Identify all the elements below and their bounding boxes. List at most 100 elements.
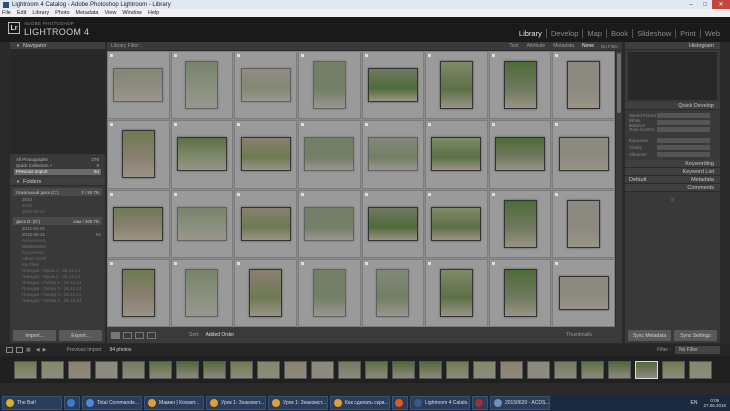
- filmstrip-thumbnail[interactable]: [338, 360, 361, 379]
- filter-option-attribute[interactable]: Attribute: [527, 43, 546, 49]
- photo-thumbnail[interactable]: [304, 137, 355, 172]
- grid-cell[interactable]: [552, 120, 615, 189]
- folder-item[interactable]: 2015-06-21: [10, 209, 105, 215]
- filmstrip-thumbnail[interactable]: [14, 360, 37, 379]
- scrollbar-thumb[interactable]: [617, 53, 621, 113]
- navigator-header[interactable]: ▼ Navigator: [10, 42, 105, 50]
- filmstrip-thumbnail[interactable]: [581, 360, 604, 379]
- module-slideshow[interactable]: Slideshow: [633, 29, 677, 38]
- grid-cell[interactable]: [297, 120, 361, 189]
- filmstrip-thumbnail[interactable]: [662, 360, 685, 379]
- sync-metadata-button[interactable]: Sync Metadata: [628, 330, 671, 341]
- grid-cell[interactable]: [425, 120, 488, 189]
- grid-cell[interactable]: [488, 51, 552, 120]
- grid-cell[interactable]: [234, 120, 297, 189]
- grid-cell[interactable]: [361, 51, 425, 120]
- quick-develop-control[interactable]: [657, 138, 710, 143]
- menu-file[interactable]: File: [2, 10, 11, 16]
- folders-header[interactable]: ▼ Folders: [10, 178, 105, 186]
- photo-thumbnail[interactable]: [503, 268, 537, 317]
- filmstrip-thumbnail[interactable]: [149, 360, 172, 379]
- grid-cell[interactable]: [170, 120, 234, 189]
- grid-cell[interactable]: [552, 189, 615, 258]
- photo-thumbnail[interactable]: [367, 206, 418, 241]
- filter-preset-dropdown[interactable]: No Filter: [601, 44, 618, 49]
- filmstrip-thumbnail[interactable]: [257, 360, 280, 379]
- photo-thumbnail[interactable]: [558, 275, 609, 310]
- photo-thumbnail[interactable]: [121, 130, 155, 179]
- photo-thumbnail[interactable]: [121, 268, 155, 317]
- grid-cell[interactable]: [170, 51, 234, 120]
- photo-thumbnail[interactable]: [176, 206, 227, 241]
- filmstrip-thumbnail[interactable]: [392, 360, 415, 379]
- photo-thumbnail[interactable]: [503, 199, 537, 248]
- filmstrip-thumbnail[interactable]: [500, 360, 523, 379]
- grid-cell[interactable]: [234, 189, 297, 258]
- volume-header[interactable]: Локальный диск (C:) 3 / 92 ГБ: [13, 188, 102, 196]
- menu-help[interactable]: Help: [148, 10, 159, 16]
- quick-develop-control[interactable]: [657, 120, 710, 125]
- histogram-header[interactable]: Histogram: [625, 42, 720, 50]
- grid-cell[interactable]: [107, 51, 170, 120]
- filmstrip-thumbnail[interactable]: [419, 360, 442, 379]
- module-develop[interactable]: Develop: [547, 29, 584, 38]
- menu-metadata[interactable]: Metadata: [76, 10, 99, 16]
- filmstrip-thumbnail[interactable]: [608, 360, 631, 379]
- filter-option-text[interactable]: Text: [509, 43, 518, 49]
- grid-cell[interactable]: [170, 258, 234, 327]
- photo-thumbnail[interactable]: [176, 137, 227, 172]
- photo-thumbnail[interactable]: [567, 199, 601, 248]
- keywording-header[interactable]: Keywording: [625, 160, 720, 168]
- grid-cell[interactable]: [234, 258, 297, 327]
- photo-thumbnail[interactable]: [367, 137, 418, 172]
- photo-thumbnail[interactable]: [558, 137, 609, 172]
- filmstrip-thumbnail[interactable]: [284, 360, 307, 379]
- catalog-item[interactable]: Previous Import 94: [14, 169, 101, 175]
- compare-view-icon[interactable]: [135, 331, 144, 339]
- quick-develop-control[interactable]: [657, 152, 710, 157]
- grid-cell[interactable]: [425, 258, 488, 327]
- grid-cell[interactable]: [488, 120, 552, 189]
- filmstrip-thumbnail[interactable]: [122, 360, 145, 379]
- grid-cell[interactable]: [361, 189, 425, 258]
- taskbar-button[interactable]: [392, 396, 408, 410]
- photo-thumbnail[interactable]: [439, 61, 473, 110]
- taskbar-button[interactable]: Мамин | Космет...: [144, 396, 204, 410]
- quick-develop-control[interactable]: [657, 127, 710, 132]
- sync-settings-button[interactable]: Sync Settings: [674, 330, 717, 341]
- grid-cell[interactable]: [552, 51, 615, 120]
- taskbar-button[interactable]: 20150620 - ACDS...: [490, 396, 550, 410]
- filmstrip-thumbnail[interactable]: [68, 360, 91, 379]
- grid-cell[interactable]: [488, 189, 552, 258]
- taskbar-button[interactable]: Как сделать скри...: [330, 396, 390, 410]
- photo-thumbnail[interactable]: [431, 137, 482, 172]
- grid-cell[interactable]: [425, 189, 488, 258]
- menu-view[interactable]: View: [104, 10, 116, 16]
- filmstrip-thumbnail[interactable]: [365, 360, 388, 379]
- grid-cell[interactable]: [361, 120, 425, 189]
- taskbar-button[interactable]: Урок 1: Знакомст...: [268, 396, 328, 410]
- minimize-icon[interactable]: –: [684, 0, 698, 9]
- navigator-preview[interactable]: [10, 50, 105, 154]
- grid-cell[interactable]: [297, 51, 361, 120]
- photo-thumbnail[interactable]: [431, 206, 482, 241]
- quick-develop-control[interactable]: [657, 113, 710, 118]
- volume-header[interactable]: Диск D: (D:) кам / 465 ГБ: [13, 217, 102, 225]
- filmstrip-thumbnail[interactable]: [527, 360, 550, 379]
- module-map[interactable]: Map: [583, 29, 607, 38]
- grid-cell[interactable]: [170, 189, 234, 258]
- menu-library[interactable]: Library: [32, 10, 49, 16]
- back-arrow-icon[interactable]: ◀: [36, 347, 40, 353]
- filmstrip-thumbnail[interactable]: [689, 360, 712, 379]
- module-library[interactable]: Library: [515, 29, 547, 38]
- menu-photo[interactable]: Photo: [55, 10, 69, 16]
- keyword-list-header[interactable]: Keyword List: [625, 168, 720, 176]
- photo-thumbnail[interactable]: [185, 268, 219, 317]
- comments-header[interactable]: Comments: [625, 184, 720, 192]
- maximize-icon[interactable]: □: [698, 0, 712, 9]
- forward-arrow-icon[interactable]: ▶: [43, 347, 47, 353]
- grid-toggle-icon[interactable]: ▦: [26, 347, 31, 353]
- sort-dropdown[interactable]: Added Order: [206, 332, 235, 338]
- loupe-view-icon[interactable]: [123, 331, 132, 339]
- filmstrip-source[interactable]: Previous Import: [66, 347, 101, 353]
